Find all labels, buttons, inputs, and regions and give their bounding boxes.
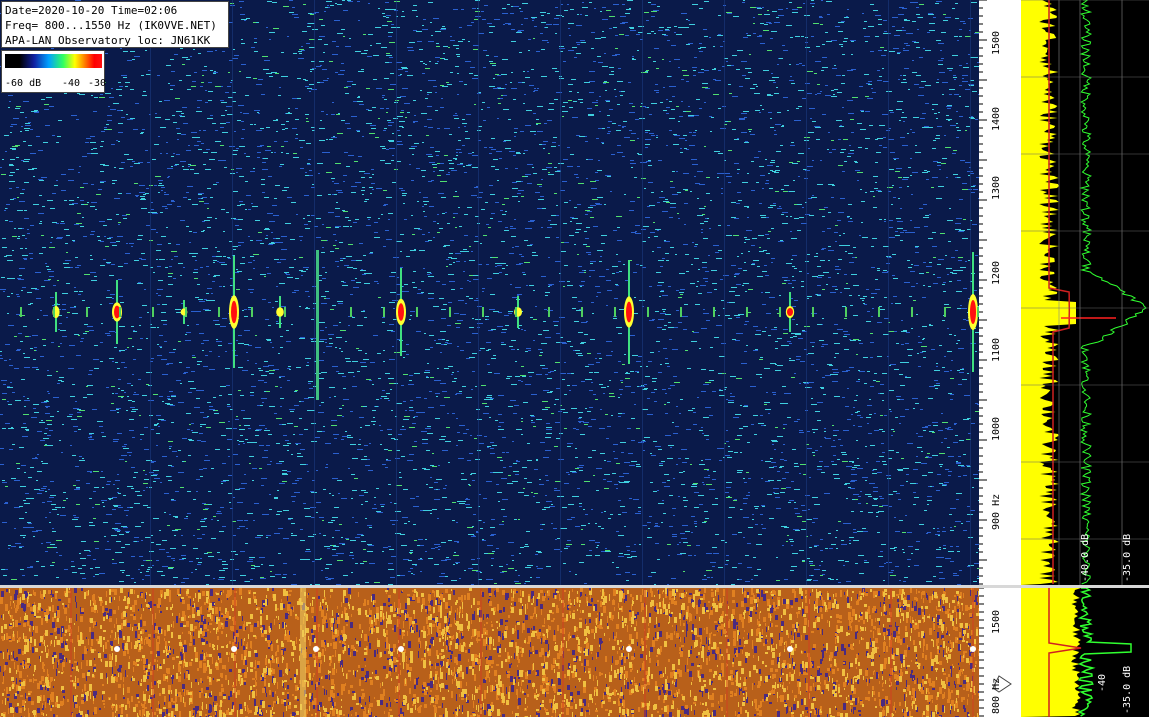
separator (0, 585, 1149, 588)
band-tick (614, 307, 616, 317)
vertical-streak (300, 588, 306, 717)
column-line (316, 588, 318, 717)
band-tick (350, 307, 352, 317)
frequency-label: Freq= 800...1550 Hz (IK0VVE.NET) (5, 19, 217, 32)
band-tick (251, 307, 253, 317)
spectrum-minus35-label: -35.0 dB (1122, 533, 1133, 582)
band-tick (548, 307, 550, 317)
column-line (314, 0, 315, 585)
column-line (972, 588, 974, 717)
column-line (480, 588, 482, 717)
spectrum-minus40-label: -40.0 dB (1080, 533, 1091, 582)
band-tick (746, 307, 748, 317)
spectrum-db-label: dB (1059, 569, 1070, 582)
signal-blip (396, 268, 406, 356)
noise-blue (0, 0, 979, 585)
band-tick (680, 307, 682, 317)
tick-1500: 1500 (991, 30, 1002, 55)
band-tick (416, 307, 418, 317)
spectrum-secondary-minus40-label: -40 (1097, 673, 1108, 692)
band-tick (779, 307, 781, 317)
band-tick (218, 307, 220, 317)
spectrum-panel-secondary: -40 -35.0 dB (1021, 588, 1149, 717)
waterfall-secondary-canvas (0, 588, 979, 717)
column-line (808, 588, 810, 717)
tick-1000: 1000 (991, 416, 1002, 441)
tick-900: 900 Hz (991, 493, 1002, 530)
band-tick (284, 307, 286, 317)
band-tick (20, 307, 22, 317)
vertical-streak (316, 250, 319, 400)
column-line (560, 0, 561, 585)
signal-dot (231, 646, 237, 652)
band-tick (86, 307, 88, 317)
waterfall-main (0, 0, 979, 585)
column-line (890, 588, 892, 717)
column-line (152, 588, 154, 717)
observatory-label: APA-LAN Observatory loc: JN61KK (5, 34, 211, 47)
color-scale-bar (5, 54, 102, 68)
column-line (398, 588, 400, 717)
signal-dot (787, 646, 793, 652)
band-tick (185, 307, 187, 317)
tick-1400: 1400 (991, 106, 1002, 131)
column-line (396, 0, 397, 585)
column-line (234, 588, 236, 717)
column-line (150, 0, 151, 585)
signal-dot (114, 646, 120, 652)
band-tick (647, 307, 649, 317)
spectrum-canvas (1021, 0, 1149, 585)
band-tick (878, 307, 880, 317)
tick-800-secondary: 800 Hz (991, 677, 1002, 714)
band-tick (119, 307, 121, 317)
color-legend: -60 dB -40 -30 (1, 50, 107, 93)
spectrum-panel: dB -40.0 dB -35.0 dB (1021, 0, 1149, 585)
signal-dot (970, 646, 976, 652)
frequency-scale: 1500 1400 1300 1200 1100 1000 900 Hz (979, 0, 1021, 585)
band-tick (53, 307, 55, 317)
signal-dot (313, 646, 319, 652)
tick-1100: 1100 (991, 337, 1002, 362)
info-box: Date=2020-10-20 Time=02:06 Freq= 800...1… (1, 1, 229, 48)
frequency-scale-secondary: 1500 800 Hz (979, 588, 1021, 717)
signal-dot (398, 646, 404, 652)
band-tick (911, 307, 913, 317)
waterfall-canvas (0, 0, 979, 585)
legend-min-label: -60 dB (5, 78, 42, 89)
band-tick (515, 307, 517, 317)
signal-blip (968, 252, 978, 372)
column-line (888, 0, 889, 585)
column-line (806, 0, 807, 585)
band-tick (383, 307, 385, 317)
tick-1200: 1200 (991, 260, 1002, 285)
band-tick (713, 307, 715, 317)
peak-spectrum-line (1079, 0, 1147, 585)
date-time-label: Date=2020-10-20 Time=02:06 (5, 4, 178, 17)
column-line (970, 0, 971, 585)
band-tick (812, 307, 814, 317)
tick-1500-secondary: 1500 (991, 609, 1002, 634)
column-line (726, 588, 728, 717)
column-line (232, 0, 233, 585)
band-tick (449, 307, 451, 317)
column-line (478, 0, 479, 585)
signal-blip (624, 260, 634, 364)
signal-dot (626, 646, 632, 652)
legend-max-label: -30 (88, 78, 107, 89)
column-line (724, 0, 725, 585)
band-tick (845, 307, 847, 317)
legend-mid-label: -40 (62, 78, 81, 89)
tick-1300: 1300 (991, 175, 1002, 200)
column-line (562, 588, 564, 717)
column-line (70, 588, 72, 717)
column-line (642, 0, 643, 585)
column-line (644, 588, 646, 717)
band-tick (944, 307, 946, 317)
band-tick (482, 307, 484, 317)
band-tick (152, 307, 154, 317)
band-tick (581, 307, 583, 317)
spectrum-secondary-minus35-label: -35.0 dB (1122, 665, 1133, 714)
waterfall-secondary (0, 588, 979, 717)
